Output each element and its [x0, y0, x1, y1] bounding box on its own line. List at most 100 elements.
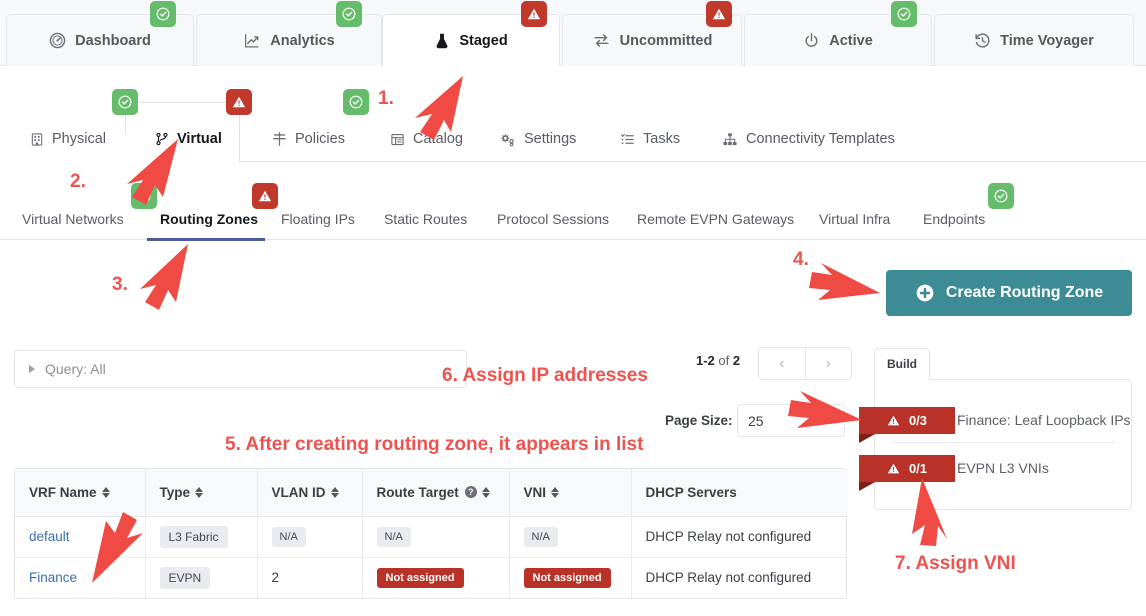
pagination-of: of [718, 353, 730, 368]
table-row[interactable]: default L3 Fabric N/A N/A N/A DHCP Relay… [15, 516, 848, 558]
routing-zones-table: VRF Name Type VLAN ID Route Target ? VNI… [14, 468, 848, 599]
sidebar-item-connectivity-templates[interactable]: Connectivity Templates [722, 116, 895, 162]
vni-badge: N/A [523, 526, 558, 547]
primary-tab-bar: Dashboard Analytics Staged Uncommitted A [0, 0, 1146, 66]
tab-remote-evpn-gateways[interactable]: Remote EVPN Gateways [637, 197, 794, 241]
build-row[interactable]: 0/3 Finance: Leaf Loopback IPs [859, 398, 1133, 443]
page-size-select[interactable]: 25 [737, 404, 845, 437]
section-nav: Physical Virtual Policies Catalog Settin… [0, 66, 1146, 228]
tab-build[interactable]: Build [874, 348, 930, 380]
column-label: VNI [523, 484, 547, 500]
type-badge: L3 Fabric [159, 525, 228, 548]
sort-icon[interactable] [330, 486, 339, 498]
cell-vrf-name: Finance [15, 557, 146, 598]
build-status-ribbon[interactable]: 0/1 [859, 454, 955, 491]
build-row[interactable]: 0/1 EVPN L3 VNIs [859, 446, 1133, 491]
tab-label: Time Voyager [1000, 32, 1094, 49]
building-icon [30, 132, 44, 147]
column-header-vlan-id[interactable]: VLAN ID [257, 469, 363, 517]
sidebar-item-physical[interactable]: Physical [30, 116, 106, 162]
sub-tab-label: Virtual Networks [22, 211, 124, 227]
chevron-right-icon [29, 365, 35, 373]
sort-icon[interactable] [195, 486, 204, 498]
tab-label: Staged [459, 32, 508, 49]
status-chip-ok-analytics [336, 1, 362, 27]
tab-floating-ips[interactable]: Floating IPs [281, 197, 355, 241]
build-status-ribbon[interactable]: 0/3 [859, 406, 955, 443]
build-row-count: 0/3 [908, 412, 928, 428]
sidebar-item-virtual[interactable]: Virtual [155, 116, 222, 162]
section-nav-label: Connectivity Templates [746, 131, 895, 147]
help-icon[interactable]: ? [464, 486, 477, 499]
tab-virtual-networks[interactable]: Virtual Networks [22, 197, 124, 241]
sitemap-icon [722, 132, 738, 147]
sidebar-item-settings[interactable]: Settings [499, 116, 576, 162]
sub-tab-label: Virtual Infra [819, 211, 891, 227]
tasklist-icon [620, 132, 635, 147]
annotation-label-4: 4. [793, 249, 809, 270]
power-icon [803, 32, 820, 49]
route-target-badge: Not assigned [376, 567, 464, 588]
connector-line-bottom [239, 161, 1146, 162]
create-routing-zone-button[interactable]: Create Routing Zone [886, 270, 1132, 316]
section-nav-label: Tasks [643, 131, 681, 147]
pagination-prev-button[interactable]: ‹ [759, 348, 805, 379]
chart-line-icon [243, 32, 261, 49]
sidebar-item-tasks[interactable]: Tasks [620, 116, 680, 162]
tab-label: Dashboard [75, 32, 151, 49]
sort-icon[interactable] [551, 486, 560, 498]
column-header-vni[interactable]: VNI [509, 469, 632, 517]
build-panel-body: 0/3 Finance: Leaf Loopback IPs 0/1 EVPN … [859, 379, 1133, 510]
cell-route-target: Not assigned [362, 557, 510, 598]
cell-vni: Not assigned [509, 557, 632, 598]
status-chip-error-routing-zones [252, 183, 278, 209]
routing-zone-link[interactable]: default [29, 529, 70, 544]
table-row[interactable]: Finance EVPN 2 Not assigned Not assigned… [15, 557, 848, 598]
pagination-next-button[interactable]: › [804, 348, 852, 379]
vlan-badge: N/A [271, 526, 306, 547]
build-row-count: 0/1 [908, 460, 928, 476]
cell-dhcp-servers: DHCP Relay not configured [645, 570, 812, 586]
tab-static-routes[interactable]: Static Routes [384, 197, 467, 241]
sub-tab-label: Remote EVPN Gateways [637, 211, 795, 227]
build-panel: Build 0/3 Finance: Leaf Loopback IPs 0/1… [859, 348, 1133, 510]
tab-endpoints[interactable]: Endpoints [923, 197, 985, 241]
status-chip-error-virtual [226, 89, 252, 115]
tab-label: Uncommitted [619, 32, 713, 49]
query-bar[interactable]: Query: All [14, 350, 467, 388]
status-chip-error-staged [521, 1, 547, 27]
sub-tab-label: Routing Zones [160, 211, 258, 227]
section-nav-label: Virtual [177, 131, 222, 147]
connector-line-horizontal [125, 102, 240, 103]
status-chip-ok-dashboard [150, 1, 176, 27]
column-header-route-target[interactable]: Route Target ? [362, 469, 510, 517]
column-header-vrf-name[interactable]: VRF Name [15, 469, 146, 517]
cell-vlan-id: 2 [257, 557, 363, 598]
sort-icon[interactable] [481, 486, 490, 498]
section-nav-label: Physical [52, 131, 106, 147]
build-tab-label: Build [887, 357, 917, 371]
tab-label: Analytics [270, 32, 335, 49]
tab-routing-zones[interactable]: Routing Zones [147, 197, 265, 241]
query-label: Query: All [45, 361, 106, 377]
cell-vni: N/A [509, 516, 632, 558]
warning-icon [887, 414, 900, 427]
annotation-label-5: 5. After creating routing zone, it appea… [225, 434, 644, 455]
route-target-badge: N/A [376, 526, 411, 547]
status-chip-ok-virtual-networks [131, 183, 157, 209]
annotation-label-3: 3. [112, 274, 128, 295]
annotation-label-2: 2. [70, 171, 86, 192]
cell-dhcp-servers: DHCP Relay not configured [631, 516, 848, 558]
tab-protocol-sessions[interactable]: Protocol Sessions [497, 197, 609, 241]
tab-time-voyager[interactable]: Time Voyager [934, 14, 1134, 66]
routing-zone-link[interactable]: Finance [29, 570, 77, 585]
page-size-value: 25 [748, 412, 764, 429]
sidebar-item-catalog[interactable]: Catalog [390, 116, 463, 162]
sub-tab-label: Floating IPs [281, 211, 355, 227]
sort-icon[interactable] [101, 486, 110, 498]
sidebar-item-policies[interactable]: Policies [272, 116, 345, 162]
tab-virtual-infra[interactable]: Virtual Infra [819, 197, 890, 241]
sub-tab-label: Protocol Sessions [497, 211, 610, 227]
column-header-type[interactable]: Type [145, 469, 258, 517]
column-label: Type [159, 484, 191, 500]
